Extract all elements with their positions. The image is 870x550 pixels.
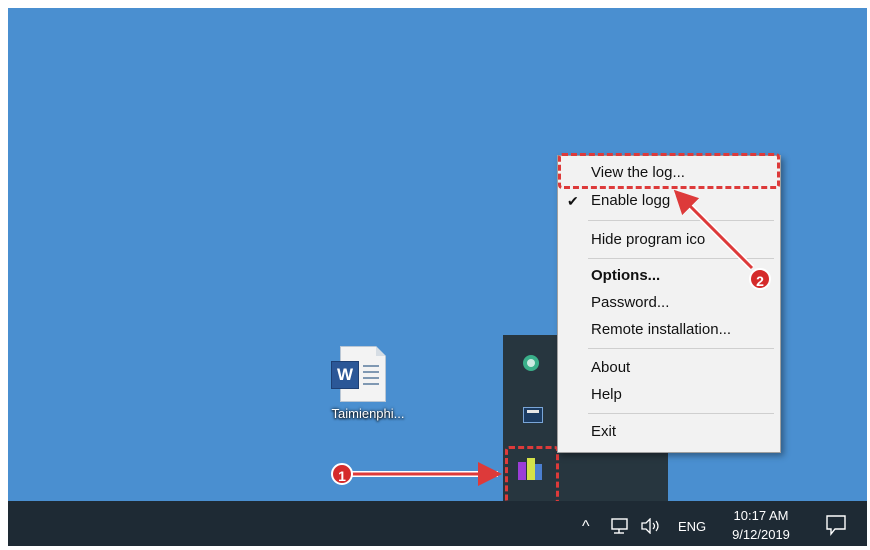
highlight-view-log [558, 153, 780, 189]
action-center-icon[interactable] [825, 514, 847, 536]
menu-separator [588, 220, 774, 221]
menu-item-hide-icon[interactable]: Hide program ico [591, 231, 705, 248]
context-menu: View the log... ✔ Enable logg Hide progr… [557, 155, 781, 453]
taskbar-clock[interactable]: 10:17 AM 9/12/2019 [716, 506, 806, 544]
step-badge-2: 2 [749, 268, 771, 290]
menu-item-help[interactable]: Help [591, 386, 622, 403]
network-icon[interactable] [610, 518, 630, 534]
word-document-icon: W [331, 346, 386, 402]
menu-separator [588, 413, 774, 414]
menu-item-about[interactable]: About [591, 359, 630, 376]
menu-item-password[interactable]: Password... [591, 294, 669, 311]
show-hidden-icons-chevron-icon[interactable]: ^ [582, 518, 590, 536]
language-indicator[interactable]: ENG [678, 519, 706, 534]
monitor-icon[interactable] [523, 407, 543, 423]
step-badge-1: 1 [331, 463, 353, 485]
clock-time: 10:17 AM [733, 508, 789, 523]
word-logo-icon: W [331, 361, 359, 389]
menu-separator [588, 258, 774, 259]
menu-separator [588, 348, 774, 349]
menu-item-options[interactable]: Options... [591, 267, 660, 284]
highlight-tray-app [505, 446, 559, 504]
volume-icon[interactable] [640, 518, 662, 534]
clock-date: 9/12/2019 [732, 527, 790, 542]
desktop-icon-label: Taimienphi... [331, 406, 405, 421]
checkmark-icon: ✔ [567, 193, 579, 209]
menu-item-enable-logging[interactable]: Enable logg [591, 192, 670, 209]
menu-item-remote-install[interactable]: Remote installation... [591, 321, 731, 338]
green-circle-icon[interactable] [523, 355, 539, 371]
menu-item-exit[interactable]: Exit [591, 423, 616, 440]
